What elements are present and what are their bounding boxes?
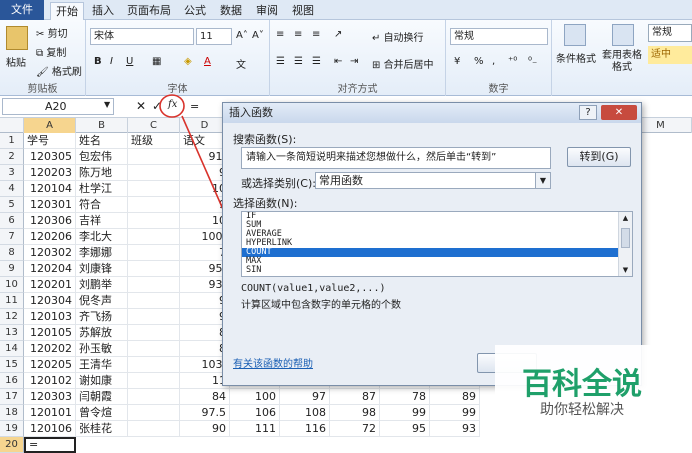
function-description: 计算区域中包含数字的单元格的个数 xyxy=(241,300,401,311)
go-button[interactable]: 转到(G) xyxy=(567,147,631,167)
category-dropdown-icon[interactable]: ▼ xyxy=(535,173,550,188)
function-item[interactable]: COUNT xyxy=(242,248,618,257)
annotation-circle xyxy=(159,94,185,118)
function-item[interactable]: SUM xyxy=(242,221,618,230)
scroll-thumb[interactable] xyxy=(621,228,630,248)
scroll-up-icon[interactable]: ▲ xyxy=(619,214,632,222)
function-item[interactable]: AVERAGE xyxy=(242,230,618,239)
function-syntax: COUNT(value1,value2,...) xyxy=(241,283,386,294)
insert-function-dialog: 插入函数 ? ✕ 搜索函数(S): 请输入一条简短说明来描述您想做什么，然后单击… xyxy=(222,102,642,386)
close-icon[interactable]: ✕ xyxy=(601,105,637,120)
function-item[interactable]: HYPERLINK xyxy=(242,239,618,248)
category-label: 或选择类别(C): xyxy=(241,177,316,190)
help-icon[interactable]: ? xyxy=(579,105,597,120)
watermark-title: 百科全说 xyxy=(522,367,642,402)
search-function-input[interactable]: 请输入一条简短说明来描述您想做什么，然后单击“转到” xyxy=(241,147,551,169)
dialog-title: 插入函数 xyxy=(229,106,273,119)
scroll-down-icon[interactable]: ▼ xyxy=(619,266,632,274)
function-list: IF SUM AVERAGE HYPERLINK COUNT MAX SIN ▲ ▼ xyxy=(241,211,633,277)
watermark-subtitle: 助你轻松解决 xyxy=(540,402,624,418)
function-item[interactable]: IF xyxy=(242,212,618,221)
function-item[interactable]: MAX xyxy=(242,257,618,266)
function-help-link[interactable]: 有关该函数的帮助 xyxy=(233,355,313,370)
function-item[interactable]: SIN xyxy=(242,266,618,275)
select-function-label: 选择函数(N): xyxy=(233,197,298,210)
category-select[interactable]: 常用函数 xyxy=(315,172,551,189)
watermark: 百科全说 助你轻松解决 xyxy=(495,345,665,425)
function-list-scrollbar[interactable]: ▲ ▼ xyxy=(618,212,632,276)
search-label: 搜索函数(S): xyxy=(233,133,297,146)
